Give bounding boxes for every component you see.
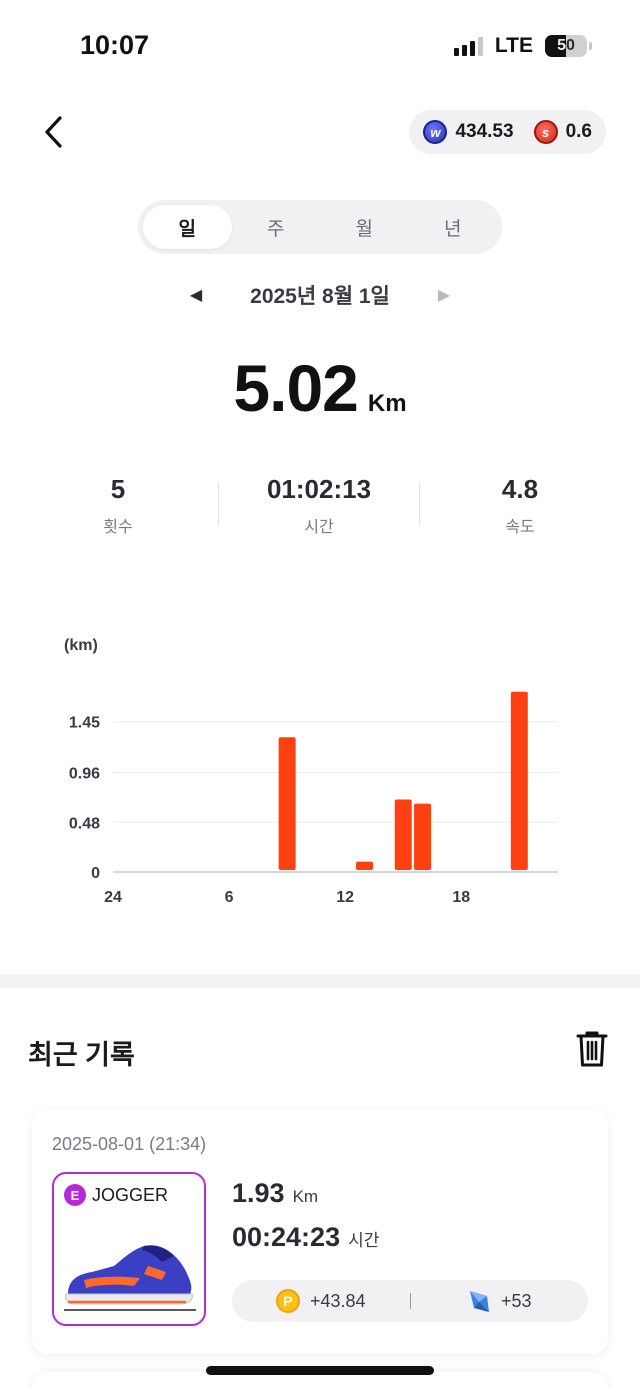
bar [414, 803, 432, 870]
stat-time: 01:02:13 시간 [219, 474, 419, 537]
bar [510, 691, 528, 870]
recent-records-title: 최근 기록 [28, 1040, 135, 1070]
stat-speed: 4.8 속도 [420, 474, 620, 537]
coin-balance[interactable]: w 434.53 s 0.6 [409, 110, 606, 154]
w-coin-icon: w [423, 120, 448, 144]
stat-time-label: 시간 [304, 519, 334, 536]
record-card[interactable]: 2025-08-01 (21:34) E JOGGER 1.93 Km 00:2… [32, 1110, 608, 1354]
tab-month[interactable]: 월 [320, 205, 409, 249]
section-divider [0, 974, 640, 988]
record-distance: 1.93 Km [232, 1178, 318, 1209]
signal-icon [453, 36, 483, 56]
point-coin-icon: P [275, 1289, 300, 1313]
record-distance-value: 1.93 [232, 1178, 285, 1208]
record-datetime: 2025-08-01 (21:34) [52, 1134, 207, 1154]
stats-row: 5 횟수 01:02:13 시간 4.8 속도 [18, 474, 620, 537]
stat-count-value: 5 [110, 474, 126, 504]
tab-week[interactable]: 주 [232, 205, 321, 249]
total-distance: 5.02 Km [0, 350, 640, 426]
grade-badge: E [64, 1184, 86, 1206]
record-rewards: P +43.84 +53 [232, 1280, 588, 1322]
current-date: 2025년 8월 1일 [250, 285, 390, 308]
x-tick-label: 18 [452, 889, 470, 906]
daily-distance-chart: (km) 0 0.48 0.96 1.45 24 6 12 18 [64, 637, 558, 906]
point-reward-value: +43.84 [309, 1290, 366, 1311]
gem-reward: +53 [411, 1288, 589, 1314]
x-tick-label: 12 [336, 889, 354, 906]
distance-unit: Km [367, 390, 407, 417]
point-reward: P +43.84 [232, 1289, 410, 1313]
running-shoe-image [64, 1245, 196, 1311]
y-tick-label: 0.48 [69, 815, 100, 832]
stat-count: 5 횟수 [18, 474, 218, 537]
record-duration: 00:24:23 시간 [232, 1222, 379, 1253]
date-navigator: ◀ 2025년 8월 1일 ▶ [0, 280, 640, 310]
tab-year[interactable]: 년 [409, 205, 498, 249]
stat-time-value: 01:02:13 [266, 474, 372, 504]
battery-level: 50 [557, 37, 575, 54]
record-distance-unit: Km [292, 1187, 319, 1206]
x-tick-label: 24 [104, 889, 122, 906]
period-tabs: 일 주 월 년 [138, 200, 502, 254]
stat-speed-value: 4.8 [501, 474, 539, 504]
gem-reward-value: +53 [500, 1290, 532, 1311]
back-button[interactable] [36, 112, 72, 152]
prev-date-button[interactable]: ◀ [190, 285, 202, 305]
delete-button[interactable] [576, 1030, 608, 1068]
stat-speed-label: 속도 [505, 519, 535, 536]
y-tick-label: 0 [91, 865, 100, 882]
y-tick-label: 1.45 [69, 715, 100, 732]
shoe-grade: E JOGGER [64, 1184, 168, 1206]
status-time: 10:07 [80, 30, 150, 60]
x-tick-label: 6 [225, 889, 234, 906]
bar [278, 737, 296, 870]
bar [356, 861, 374, 870]
chevron-left-icon [45, 116, 62, 148]
y-axis-label: (km) [64, 637, 98, 654]
home-indicator [206, 1366, 434, 1375]
shoe-name: JOGGER [92, 1184, 169, 1205]
tab-day[interactable]: 일 [143, 205, 232, 249]
stat-count-label: 횟수 [103, 519, 133, 536]
bar [394, 799, 412, 870]
gem-icon [469, 1291, 489, 1312]
s-coin-icon: s [533, 120, 558, 144]
trash-icon [576, 1031, 608, 1067]
distance-value: 5.02 [233, 351, 358, 425]
w-coin-value: 434.53 [455, 121, 514, 142]
battery-icon: 50 [545, 35, 587, 57]
shoe-card[interactable]: E JOGGER [52, 1172, 206, 1326]
y-tick-label: 0.96 [69, 766, 100, 783]
record-duration-value: 00:24:23 [232, 1222, 341, 1252]
status-indicators: LTE 50 [453, 34, 592, 58]
s-coin-value: 0.6 [565, 121, 592, 142]
record-duration-unit: 시간 [348, 1231, 380, 1250]
network-label: LTE [494, 34, 533, 57]
next-date-button[interactable]: ▶ [438, 285, 450, 305]
